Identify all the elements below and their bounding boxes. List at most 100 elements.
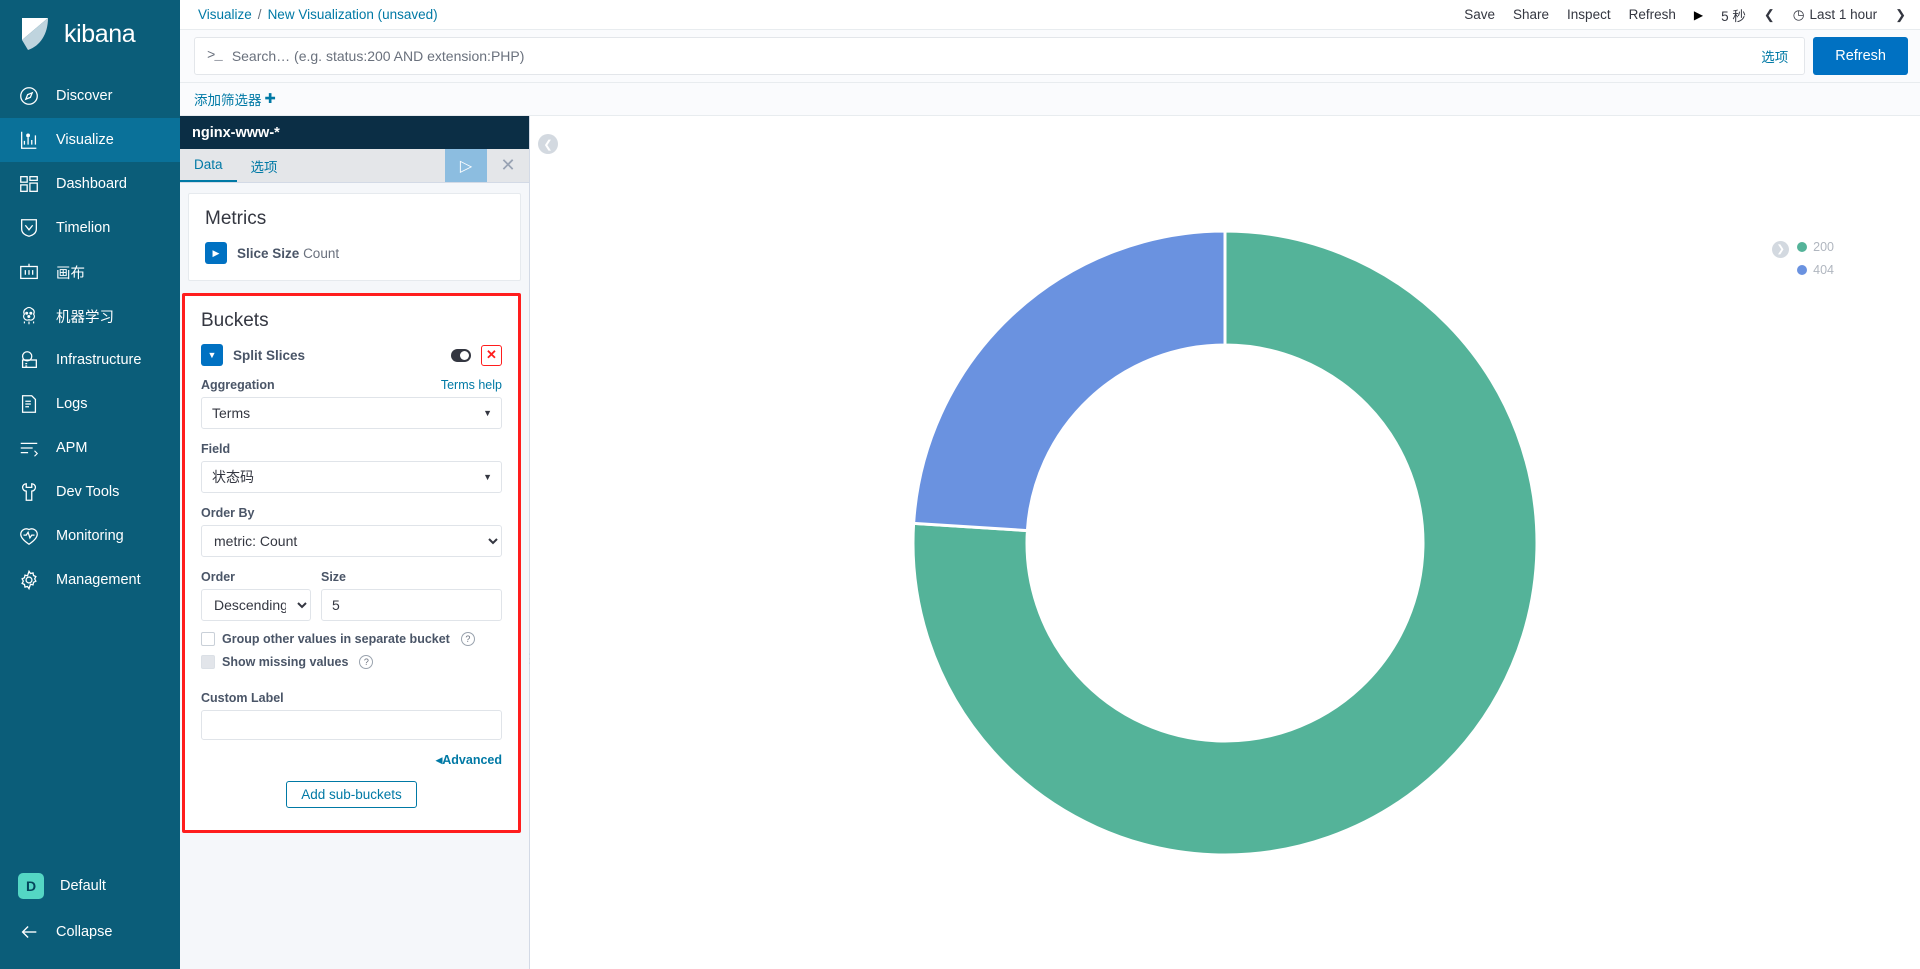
donut-chart-wrapper [530, 116, 1920, 969]
sidebar-item-timelion[interactable]: Timelion [0, 206, 180, 250]
sidebar-item-visualize[interactable]: Visualize [0, 118, 180, 162]
sidebar-item-label: Visualize [56, 132, 114, 148]
workspace: nginx-www-* Data 选项 ▷ ✕ Metrics ▶ Slice … [180, 116, 1920, 969]
sidebar-collapse-button[interactable]: Collapse [0, 909, 180, 955]
expand-triangle-icon[interactable]: ▶ [205, 242, 227, 264]
sidebar-item-management[interactable]: Management [0, 558, 180, 602]
advanced-toggle[interactable]: ◂Advanced [436, 752, 502, 767]
tab-data[interactable]: Data [180, 149, 237, 182]
refresh-menu-button[interactable]: Refresh [1629, 7, 1676, 22]
breadcrumb: Visualize / New Visualization (unsaved) [198, 7, 438, 22]
size-input[interactable] [321, 589, 502, 621]
sidebar-item-canvas[interactable]: 画布 [0, 250, 180, 294]
sidebar-item-label: Dev Tools [56, 484, 120, 500]
add-sub-buckets-button[interactable]: Add sub-buckets [286, 781, 417, 808]
sidebar-item-infrastructure[interactable]: Infrastructure [0, 338, 180, 382]
add-sub-buckets-row: Add sub-buckets [201, 781, 502, 808]
sidebar-item-dashboard[interactable]: Dashboard [0, 162, 180, 206]
sidebar-item-label: APM [56, 440, 88, 456]
query-options-link[interactable]: 选项 [1761, 46, 1788, 66]
pie-slice[interactable] [912, 228, 1227, 532]
order-label: Order [201, 570, 236, 584]
sidebar-item-discover[interactable]: Discover [0, 74, 180, 118]
field-select-wrapper[interactable]: ▼ [201, 461, 502, 493]
sidebar-footer: D Default Collapse [0, 863, 180, 969]
top-nav-bar: Visualize / New Visualization (unsaved) … [180, 0, 1920, 30]
sidebar-item-label: Logs [56, 396, 88, 412]
size-column: Size [321, 570, 502, 621]
legend-label: 404 [1813, 263, 1834, 277]
query-bar: >_ 选项 Refresh [180, 30, 1920, 83]
discard-changes-button[interactable]: ✕ [487, 149, 529, 182]
legend-expand-icon[interactable]: ❯ [1772, 241, 1790, 258]
search-input[interactable] [231, 48, 1762, 64]
arrow-left-icon [18, 921, 40, 943]
help-icon[interactable]: ? [460, 632, 475, 646]
time-next-icon[interactable]: ❯ [1895, 7, 1906, 23]
sidebar-item-logs[interactable]: Logs [0, 382, 180, 426]
order-by-select-wrapper[interactable]: metric: Count [201, 525, 502, 557]
show-missing-checkbox[interactable] [201, 655, 215, 669]
legend-color-dot [1797, 265, 1808, 275]
metric-agg-row[interactable]: ▶ Slice Size Count [205, 242, 504, 264]
group-other-row[interactable]: Group other values in separate bucket ? [201, 632, 502, 646]
chart-icon [18, 129, 40, 151]
sidebar-item-dev-tools[interactable]: Dev Tools [0, 470, 180, 514]
time-range-picker[interactable]: ◷ Last 1 hour [1793, 7, 1877, 23]
search-input-wrapper[interactable]: >_ 选项 [194, 37, 1806, 75]
remove-bucket-button[interactable]: ✕ [481, 344, 502, 366]
aggregation-select-wrapper[interactable]: ▼ [201, 397, 502, 429]
order-direction-select[interactable]: Descending [201, 589, 311, 621]
add-filter-button[interactable]: 添加筛选器 ✚ [194, 89, 276, 109]
legend-item[interactable]: 404 [1797, 263, 1834, 277]
top-nav-actions: Save Share Inspect Refresh ▶ 5 秒 ❮ ◷ Las… [1464, 5, 1906, 25]
order-by-select[interactable]: metric: Count [201, 525, 502, 557]
pie-chart[interactable] [815, 133, 1635, 953]
help-icon[interactable]: ? [359, 655, 374, 669]
breadcrumb-current[interactable]: New Visualization (unsaved) [268, 7, 438, 22]
aggregation-select[interactable] [201, 397, 502, 429]
filter-bar: 添加筛选器 ✚ [180, 83, 1920, 116]
field-select[interactable] [201, 461, 502, 493]
editor-tabs: Data 选项 ▷ ✕ [180, 149, 529, 183]
share-button[interactable]: Share [1513, 7, 1549, 22]
metric-agg-name: Slice Size Count [237, 246, 339, 261]
gear-icon [18, 569, 40, 591]
apply-changes-button[interactable]: ▷ [445, 149, 487, 182]
custom-label-input[interactable] [201, 710, 502, 740]
order-by-label: Order By [201, 506, 255, 520]
terms-help-link[interactable]: Terms help [441, 378, 502, 392]
data-source-title: nginx-www-* [180, 116, 529, 149]
logs-icon [18, 393, 40, 415]
sidebar-item-monitoring[interactable]: Monitoring [0, 514, 180, 558]
space-selector[interactable]: D Default [0, 863, 180, 909]
custom-label-label: Custom Label [201, 691, 284, 705]
sidebar-item-label: Timelion [56, 220, 111, 236]
play-icon[interactable]: ▶ [1694, 8, 1703, 22]
inspect-button[interactable]: Inspect [1567, 7, 1611, 22]
infrastructure-icon [18, 349, 40, 371]
monitoring-icon [18, 525, 40, 547]
refresh-interval-label[interactable]: 5 秒 [1721, 5, 1746, 25]
collapse-triangle-icon[interactable]: ▼ [201, 344, 223, 366]
breadcrumb-parent[interactable]: Visualize [198, 7, 252, 22]
time-previous-icon[interactable]: ❮ [1764, 7, 1775, 23]
sidebar-item-machine-learning[interactable]: 机器学习 [0, 294, 180, 338]
show-missing-row[interactable]: Show missing values ? [201, 655, 502, 669]
group-other-checkbox[interactable] [201, 632, 215, 646]
bucket-actions: ✕ [451, 344, 502, 366]
field-label: Field [201, 442, 231, 456]
tab-options[interactable]: 选项 [237, 149, 292, 182]
legend-item[interactable]: 200 [1797, 240, 1834, 254]
legend-items: 200 404 [1797, 240, 1834, 277]
refresh-button[interactable]: Refresh [1813, 37, 1908, 75]
kibana-logo[interactable]: kibana [0, 0, 180, 68]
sidebar-item-apm[interactable]: APM [0, 426, 180, 470]
bucket-name: Split Slices [233, 347, 306, 363]
save-button[interactable]: Save [1464, 7, 1495, 22]
kibana-app: kibana Discover Visualize Dashboard Time… [0, 0, 1920, 969]
bucket-visibility-toggle[interactable] [451, 348, 471, 362]
legend-label: 200 [1813, 240, 1834, 254]
add-filter-label: 添加筛选器 [194, 93, 262, 108]
show-missing-label: Show missing values [222, 655, 349, 669]
